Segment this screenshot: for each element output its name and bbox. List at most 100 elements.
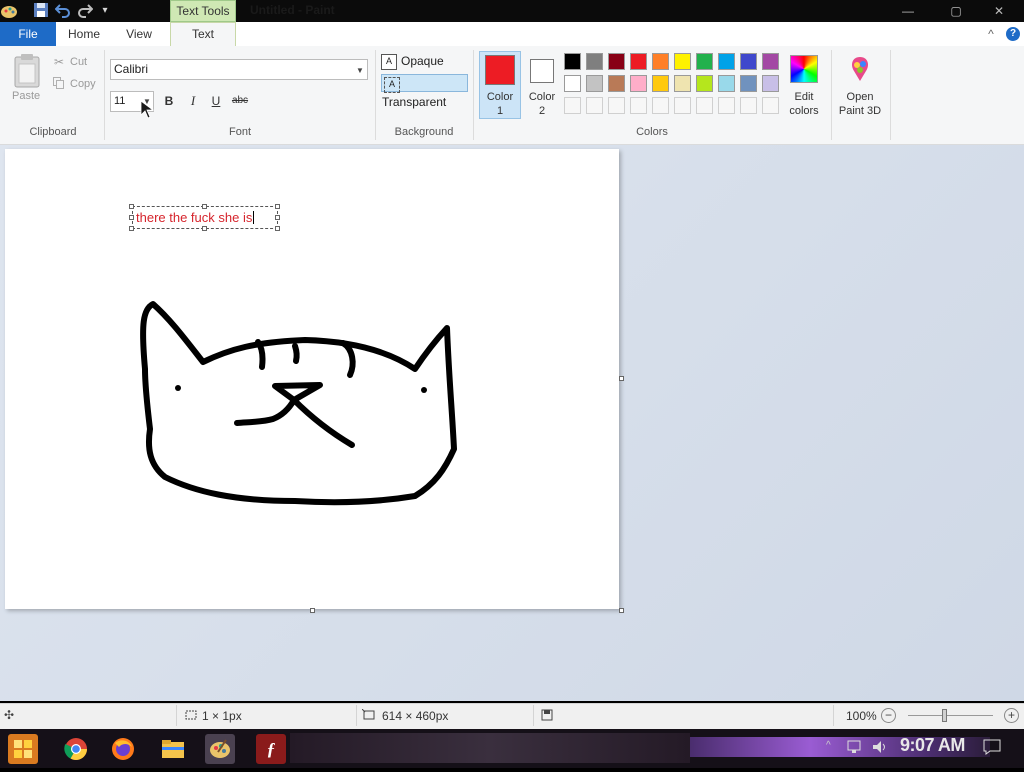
maximize-button[interactable]: ▢: [941, 2, 971, 20]
drawing-canvas[interactable]: [5, 149, 619, 609]
textbox-handle[interactable]: [275, 215, 280, 220]
minimize-ribbon-chevron-icon[interactable]: ^: [984, 27, 998, 41]
textbox-handle[interactable]: [275, 204, 280, 209]
show-hidden-icons-chevron-icon[interactable]: ^: [826, 739, 838, 753]
edit-colors-icon[interactable]: [790, 55, 818, 83]
zoom-slider-track[interactable]: [908, 715, 993, 716]
zoom-slider-thumb[interactable]: [942, 709, 948, 722]
palette-empty-slot[interactable]: [630, 97, 647, 114]
palette-swatch[interactable]: [762, 75, 779, 92]
color1-label: Color 1: [486, 91, 514, 117]
taskbar-clock[interactable]: 9:07 AM: [900, 735, 965, 756]
palette-swatch[interactable]: [586, 53, 603, 70]
cut-button[interactable]: Cut: [70, 56, 87, 68]
textbox-handle[interactable]: [129, 226, 134, 231]
text-caret: [253, 211, 255, 224]
save-icon[interactable]: [32, 2, 50, 20]
bold-button[interactable]: B: [160, 92, 178, 110]
title-bar: [0, 0, 1024, 22]
transparent-option[interactable]: A Transparent: [381, 74, 468, 109]
undo-icon[interactable]: [54, 2, 72, 20]
textbox-handle[interactable]: [129, 215, 134, 220]
chrome-icon[interactable]: [61, 734, 91, 764]
zoom-out-button[interactable]: −: [881, 708, 896, 723]
zoom-in-button[interactable]: +: [1004, 708, 1019, 723]
palette-swatch[interactable]: [718, 53, 735, 70]
palette-empty-slot[interactable]: [674, 97, 691, 114]
tab-home[interactable]: Home: [62, 22, 106, 46]
tab-text[interactable]: Text: [170, 22, 236, 47]
palette-swatch[interactable]: [564, 75, 581, 92]
paint-taskbar-icon[interactable]: [205, 734, 235, 764]
palette-swatch[interactable]: [608, 53, 625, 70]
palette-empty-slot[interactable]: [696, 97, 713, 114]
edit-colors-button[interactable]: Edit colors: [780, 90, 828, 118]
copy-button[interactable]: Copy: [70, 78, 96, 90]
canvas-size-text: 614 × 460px: [382, 709, 449, 723]
open-paint3d-button[interactable]: Open Paint 3D: [834, 90, 886, 118]
action-center-icon[interactable]: [983, 739, 1001, 755]
palette-empty-slot[interactable]: [652, 97, 669, 114]
minimize-button[interactable]: —: [893, 2, 923, 20]
opaque-option[interactable]: A Opaque: [381, 52, 451, 70]
file-explorer-icon[interactable]: [158, 734, 188, 764]
text-box-content[interactable]: there the fuck she is: [136, 210, 255, 225]
palette-swatch[interactable]: [630, 75, 647, 92]
palette-swatch[interactable]: [696, 53, 713, 70]
font-size-value: 11: [114, 95, 126, 107]
font-family-dropdown[interactable]: Calibri: [110, 59, 368, 80]
canvas-resize-handle-right[interactable]: [619, 376, 624, 381]
tab-view[interactable]: View: [118, 22, 160, 46]
firefox-icon[interactable]: [108, 734, 138, 764]
customize-qat-dropdown-icon[interactable]: ▾: [96, 2, 114, 20]
opaque-icon: A: [381, 53, 397, 70]
palette-swatch[interactable]: [718, 75, 735, 92]
palette-swatch[interactable]: [630, 53, 647, 70]
palette-swatch[interactable]: [652, 53, 669, 70]
palette-swatch[interactable]: [740, 75, 757, 92]
paste-icon[interactable]: [12, 53, 42, 89]
textbox-handle[interactable]: [275, 226, 280, 231]
textbox-handle[interactable]: [129, 204, 134, 209]
palette-empty-slot[interactable]: [564, 97, 581, 114]
volume-icon[interactable]: [871, 739, 889, 755]
close-button[interactable]: ✕: [984, 2, 1014, 20]
color2-swatch[interactable]: [530, 59, 554, 83]
flash-player-icon[interactable]: ƒ: [256, 734, 286, 764]
group-divider: [473, 50, 474, 140]
palette-empty-slot[interactable]: [762, 97, 779, 114]
palette-empty-slot[interactable]: [718, 97, 735, 114]
palette-swatch[interactable]: [608, 75, 625, 92]
palette-swatch[interactable]: [586, 75, 603, 92]
palette-swatch[interactable]: [762, 53, 779, 70]
strikethrough-button[interactable]: abc: [229, 92, 251, 110]
palette-empty-slot[interactable]: [608, 97, 625, 114]
palette-empty-slot[interactable]: [740, 97, 757, 114]
italic-button[interactable]: I: [184, 92, 202, 110]
network-icon[interactable]: [847, 739, 865, 755]
palette-swatch[interactable]: [674, 75, 691, 92]
start-button-icon[interactable]: [8, 734, 38, 764]
palette-swatch[interactable]: [696, 75, 713, 92]
paint-app-icon[interactable]: [0, 2, 18, 20]
zoom-level-text: 100%: [846, 709, 877, 723]
paste-button-label[interactable]: Paste: [12, 90, 40, 102]
redo-icon[interactable]: [76, 2, 94, 20]
canvas-resize-handle-corner[interactable]: [619, 608, 624, 613]
palette-empty-slot[interactable]: [586, 97, 603, 114]
palette-swatch[interactable]: [652, 75, 669, 92]
color-palette: [564, 53, 784, 117]
textbox-handle[interactable]: [202, 204, 207, 209]
palette-swatch[interactable]: [564, 53, 581, 70]
textbox-handle[interactable]: [202, 226, 207, 231]
help-icon[interactable]: ?: [1006, 27, 1020, 41]
canvas-resize-handle-bottom[interactable]: [310, 608, 315, 613]
paint3d-icon[interactable]: [846, 55, 874, 83]
underline-button[interactable]: U: [207, 92, 225, 110]
tab-file[interactable]: File: [0, 22, 56, 46]
canvas-size-icon: [361, 708, 376, 721]
color2-label: Color 2: [528, 91, 556, 117]
background-group-label: Background: [394, 126, 454, 138]
palette-swatch[interactable]: [674, 53, 691, 70]
palette-swatch[interactable]: [740, 53, 757, 70]
